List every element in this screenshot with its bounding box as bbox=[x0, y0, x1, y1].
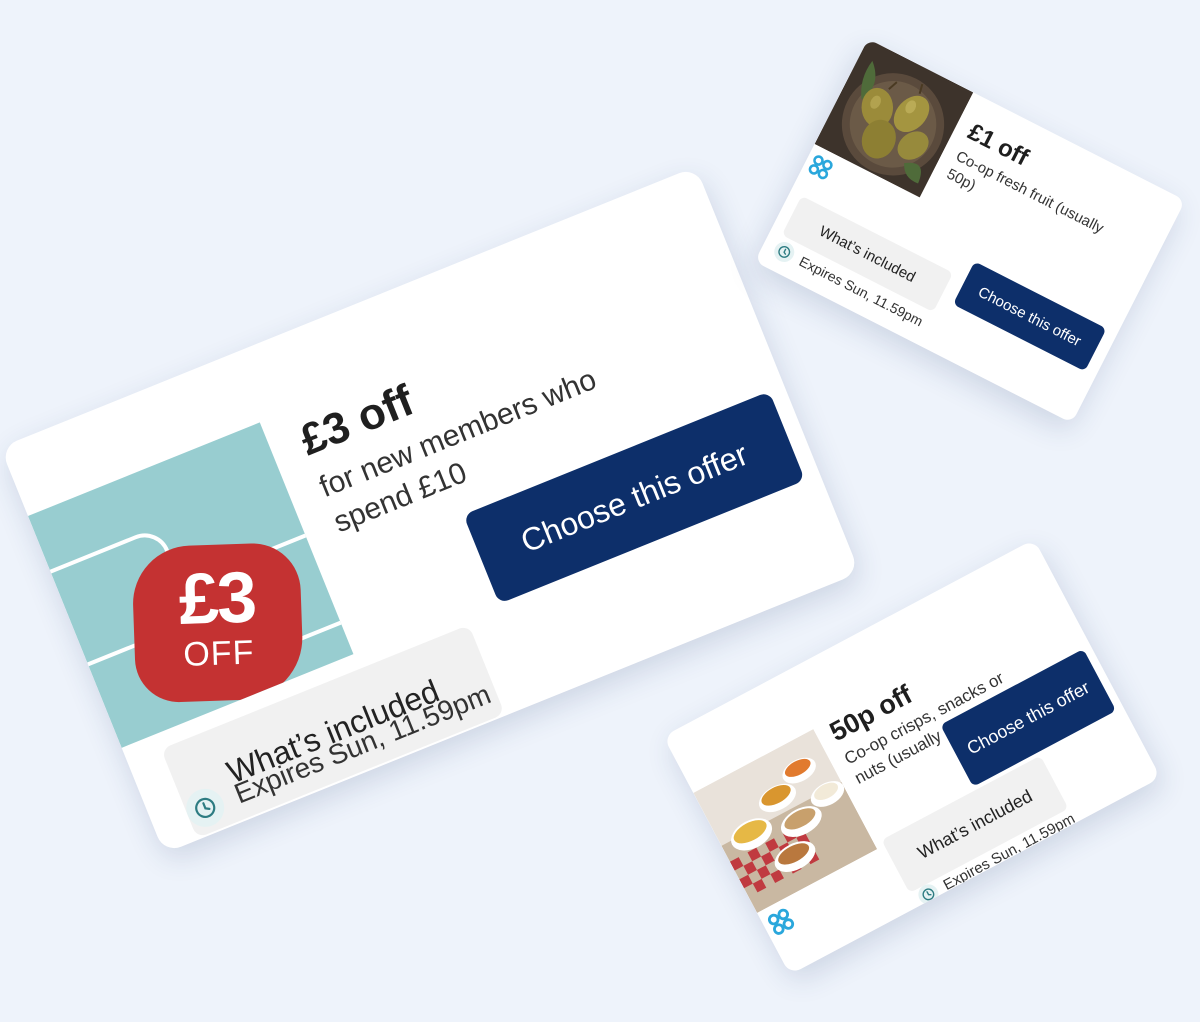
offer-description: Co-op fresh fruit (usually 50p) bbox=[944, 147, 1107, 238]
badge-amount: £3 bbox=[177, 557, 257, 641]
clock-icon bbox=[770, 238, 798, 266]
coop-logo bbox=[802, 151, 837, 188]
offer-card-fresh-fruit: £1 off Co-op fresh fruit (usually 50p) C… bbox=[754, 38, 1186, 424]
badge-label: OFF bbox=[182, 633, 255, 674]
coop-logo bbox=[763, 904, 801, 944]
choose-offer-button[interactable]: Choose this offer bbox=[952, 261, 1107, 372]
discount-badge: £3 OFF bbox=[131, 541, 305, 704]
